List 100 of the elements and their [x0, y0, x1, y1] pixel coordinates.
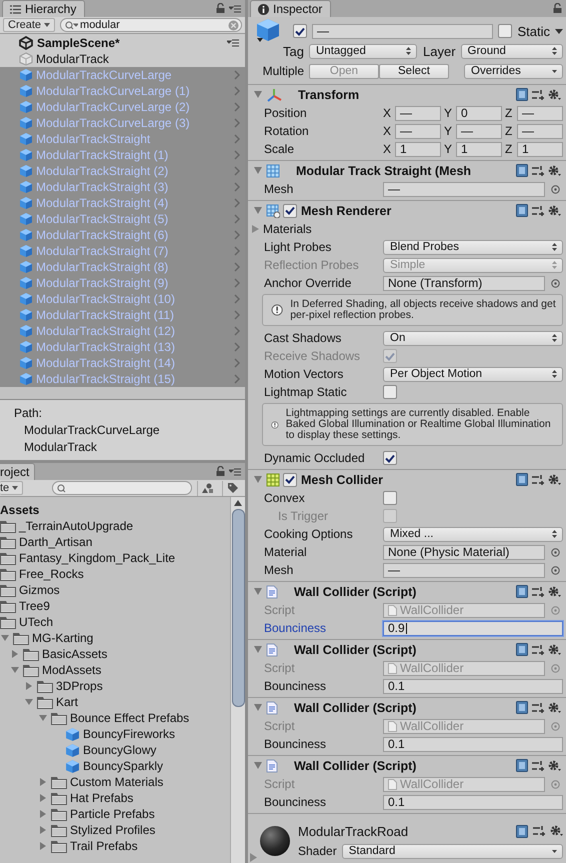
project-item[interactable]: Hat Prefabs [70, 791, 134, 805]
foldout-arrow-icon[interactable] [254, 646, 262, 653]
foldout-arrow-icon[interactable] [254, 476, 262, 483]
hierarchy-item[interactable]: ModularTrack [0, 51, 245, 67]
dropdown[interactable]: Blend Probes [383, 240, 563, 254]
component-checkbox[interactable] [283, 472, 297, 486]
object-field[interactable]: — [383, 182, 545, 196]
foldout-arrow-icon[interactable] [250, 853, 257, 862]
lock-icon[interactable] [216, 3, 225, 13]
component-title[interactable]: Wall Collider (Script) [294, 642, 416, 656]
component-title[interactable]: Mesh Renderer [301, 204, 392, 218]
gear-icon[interactable] [548, 644, 561, 656]
project-item[interactable]: BouncySparkly [83, 759, 164, 773]
project-item[interactable]: Particle Prefabs [70, 807, 155, 821]
tag-dropdown[interactable]: Untagged [309, 44, 417, 58]
preset-icon[interactable] [532, 644, 544, 656]
number-field[interactable]: 1 [517, 142, 563, 156]
menu-icon[interactable] [229, 468, 241, 476]
project-item[interactable]: BasicAssets [42, 647, 108, 661]
project-item[interactable]: Darth_Artisan [19, 535, 92, 549]
number-field[interactable]: 0 [456, 106, 502, 120]
number-field[interactable]: — [517, 124, 563, 138]
assets-label[interactable]: Assets [0, 503, 40, 517]
picker-icon[interactable] [551, 278, 560, 288]
layer-dropdown[interactable]: Ground [460, 44, 563, 58]
preset-icon[interactable] [532, 474, 544, 486]
inspector-tab[interactable]: Inspector [250, 0, 332, 17]
foldout-arrow-icon[interactable] [39, 826, 47, 834]
gear-icon[interactable] [550, 825, 563, 837]
foldout-arrow-icon[interactable] [39, 810, 47, 818]
component-title[interactable]: Transform [298, 88, 360, 102]
gear-icon[interactable] [548, 760, 561, 772]
preset-icon[interactable] [532, 88, 544, 100]
foldout-arrow-icon[interactable] [39, 794, 47, 802]
project-item[interactable]: ModAssets [42, 663, 102, 677]
preset-icon[interactable] [532, 586, 544, 598]
foldout-arrow-icon[interactable] [25, 698, 33, 706]
project-item[interactable]: Stylized Profiles [70, 823, 156, 837]
component-title[interactable]: Wall Collider (Script) [294, 758, 416, 772]
number-field[interactable]: 0.1 [383, 678, 563, 694]
clear-icon[interactable] [228, 20, 239, 30]
foldout-arrow-icon[interactable] [39, 842, 47, 850]
checkbox[interactable] [383, 385, 397, 399]
gear-icon[interactable] [548, 474, 561, 486]
preset-icon[interactable] [532, 204, 544, 216]
search-field[interactable]: modular [60, 18, 242, 32]
lock-icon[interactable] [553, 3, 562, 13]
picker-icon[interactable] [551, 184, 560, 194]
foldout-arrow-icon[interactable] [254, 207, 262, 214]
project-item[interactable]: Free_Rocks [19, 567, 84, 581]
search-field[interactable] [52, 481, 192, 495]
create-button[interactable]: Create [3, 18, 56, 32]
active-checkbox[interactable] [293, 24, 307, 38]
caret-icon[interactable] [555, 28, 563, 34]
gear-icon[interactable] [548, 204, 561, 216]
preset-icon[interactable] [532, 164, 544, 176]
create-button[interactable]: te [0, 481, 24, 495]
component-title[interactable]: Wall Collider (Script) [294, 700, 416, 714]
project-item[interactable]: Tree9 [19, 599, 50, 613]
hierarchy-tab[interactable]: Hierarchy [2, 0, 86, 17]
object-field[interactable]: — [383, 562, 545, 578]
preset-icon[interactable] [533, 825, 545, 837]
project-item[interactable]: Custom Materials [70, 775, 164, 789]
foldout-arrow-icon[interactable] [25, 682, 33, 690]
gear-icon[interactable] [548, 164, 561, 176]
foldout-arrow-icon[interactable] [11, 650, 19, 658]
overrides-dropdown[interactable]: Overrides [464, 64, 563, 78]
gear-icon[interactable] [548, 702, 561, 714]
preset-icon[interactable] [532, 760, 544, 772]
foldout-arrow-icon[interactable] [252, 225, 259, 233]
dropdown[interactable]: Per Object Motion [383, 366, 563, 382]
component-title[interactable]: Wall Collider (Script) [294, 584, 416, 598]
object-field[interactable]: None (Physic Material) [383, 544, 545, 560]
project-item[interactable]: Bounce Effect Prefabs [70, 711, 190, 725]
project-item[interactable]: Trail Prefabs [70, 839, 138, 853]
checkbox[interactable] [383, 451, 397, 465]
foldout-arrow-icon[interactable] [254, 588, 262, 595]
number-field[interactable]: 1 [395, 142, 441, 156]
foldout-arrow-icon[interactable] [254, 762, 262, 769]
scrollbar[interactable] [230, 497, 245, 863]
object-field[interactable]: None (Transform) [383, 276, 545, 290]
component-checkbox[interactable] [283, 204, 297, 218]
number-field[interactable]: 0.1 [383, 794, 563, 810]
number-field[interactable]: — [517, 106, 563, 120]
foldout-arrow-icon[interactable] [1, 634, 9, 642]
project-item[interactable]: _TerrainAutoUpgrade [19, 519, 134, 533]
scroll-up-icon[interactable] [234, 500, 242, 506]
project-item[interactable]: 3DProps [56, 679, 103, 693]
foldout-arrow-icon[interactable] [39, 778, 47, 786]
foldout-arrow-icon[interactable] [254, 91, 262, 98]
gear-icon[interactable] [548, 586, 561, 598]
dropdown[interactable]: Mixed ... [383, 526, 563, 542]
number-field[interactable]: 0.1 [383, 736, 563, 752]
lock-icon[interactable] [216, 466, 225, 476]
foldout-arrow-icon[interactable] [11, 666, 19, 674]
menu-icon[interactable] [227, 38, 239, 46]
number-field[interactable]: 0.9 [383, 620, 563, 636]
foldout-arrow-icon[interactable] [254, 704, 262, 711]
project-item[interactable]: BouncyGlowy [83, 743, 156, 757]
number-field[interactable]: — [395, 106, 441, 120]
